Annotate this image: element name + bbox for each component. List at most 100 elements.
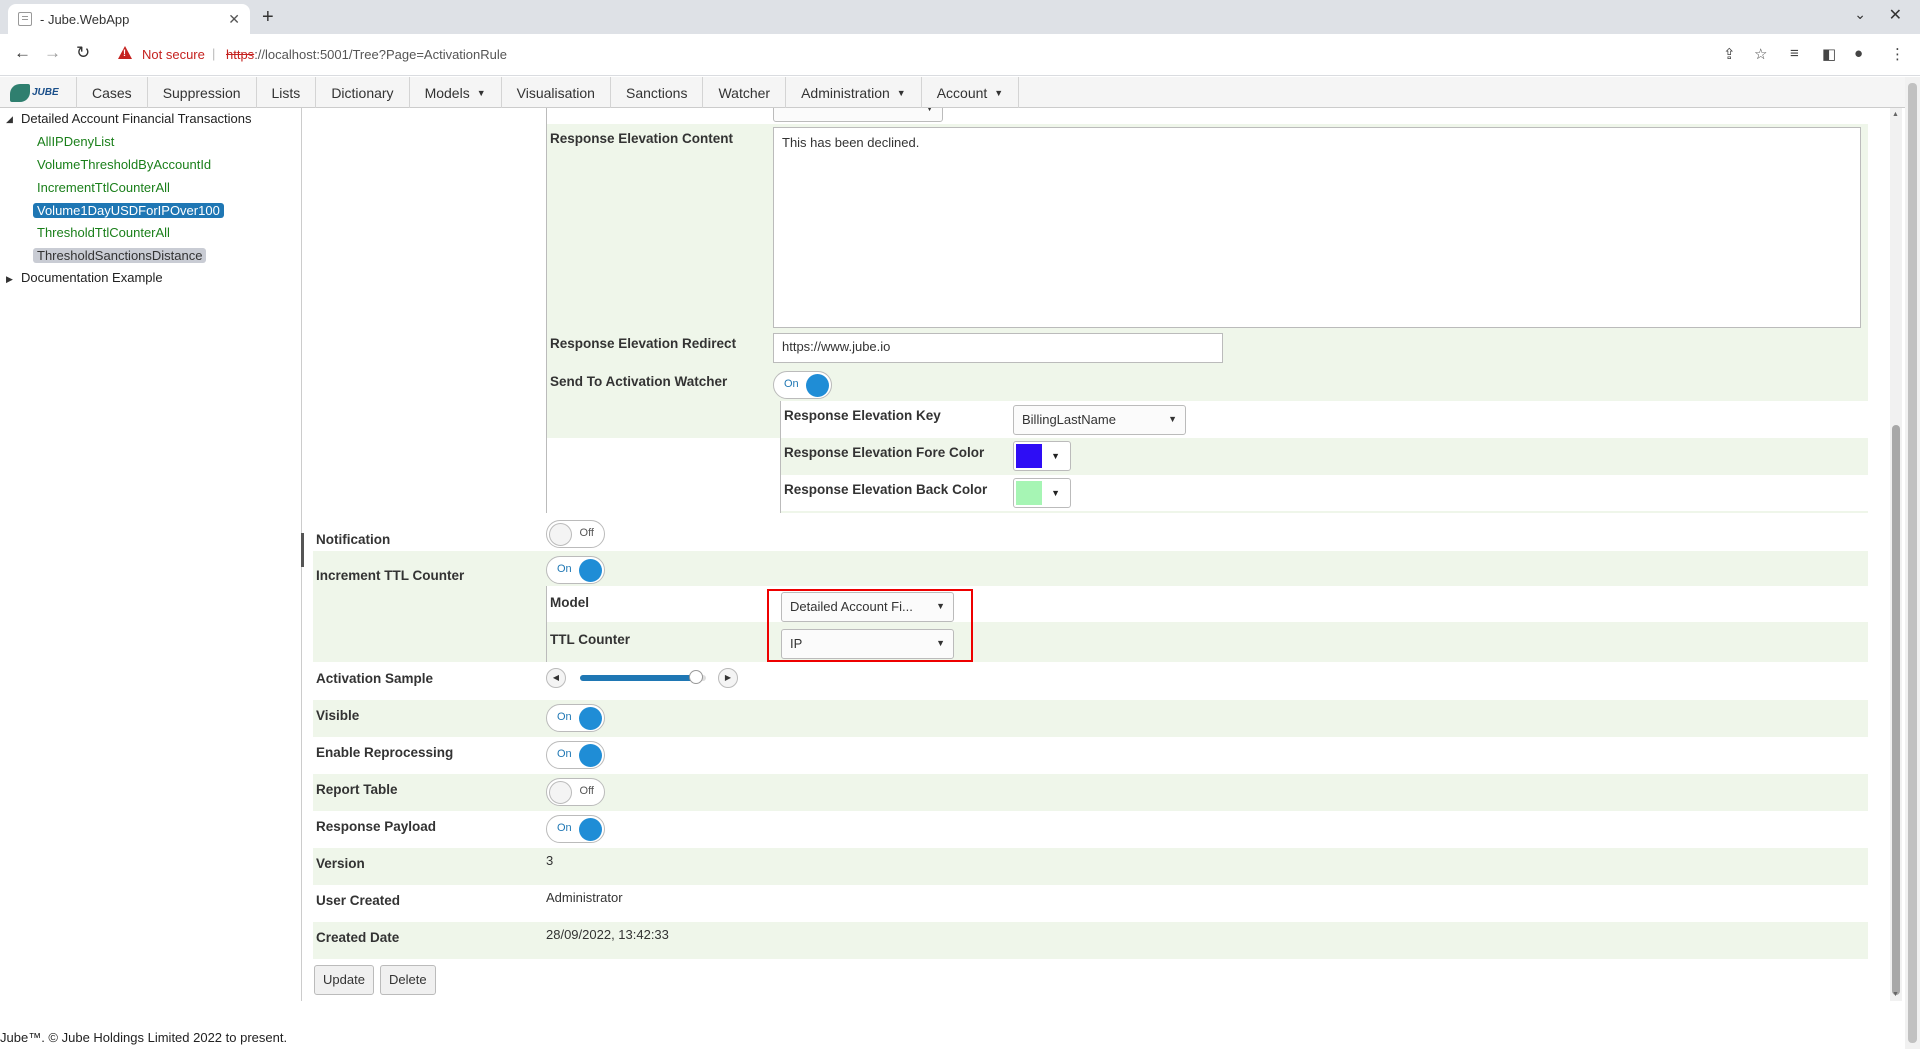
send-to-activation-watcher-label: Send To Activation Watcher [550, 374, 728, 389]
menu-watcher[interactable]: Watcher [702, 77, 785, 108]
side-panel-icon[interactable]: ◧ [1822, 45, 1836, 63]
activation-sample-label: Activation Sample [316, 671, 434, 686]
chevron-down-icon: ▼ [1051, 488, 1060, 498]
reading-list-icon[interactable]: ≡ [1790, 45, 1799, 62]
response-elevation-content-label: Response Elevation Content [550, 131, 734, 146]
tab-title: - Jube.WebApp [40, 11, 130, 27]
new-tab-icon[interactable]: + [262, 6, 274, 29]
bookmark-star-icon[interactable]: ☆ [1754, 45, 1767, 63]
menu-administration[interactable]: Administration ▼ [785, 77, 921, 108]
version-value: 3 [546, 853, 554, 868]
tree-item-hover[interactable]: ThresholdSanctionsDistance [33, 248, 207, 263]
tree-item[interactable]: AllIPDenyList [33, 134, 118, 149]
browser-toolbar: ← → ↻ ! Not secure | https://localhost:5… [0, 34, 1920, 76]
page-footer: Jube™. © Jube Holdings Limited 2022 to p… [0, 1030, 288, 1045]
version-label: Version [316, 856, 365, 871]
back-color-swatch [1016, 481, 1042, 505]
logo-leaf-icon [10, 83, 30, 102]
send-to-activation-watcher-toggle[interactable]: On [773, 371, 832, 399]
response-elevation-subpanel: ▼ Response Elevation Content This has be… [546, 108, 1868, 513]
tree-item[interactable]: VolumeThresholdByAccountId [33, 157, 215, 172]
activation-sample-slider[interactable]: ◀ ▶ [546, 666, 746, 690]
panel-splitter[interactable] [301, 533, 304, 567]
menu-cases[interactable]: Cases [76, 77, 147, 108]
menu-suppression[interactable]: Suppression [146, 77, 256, 108]
response-elevation-redirect-label: Response Elevation Redirect [550, 336, 737, 351]
chevron-down-icon: ▼ [994, 87, 1004, 98]
menu-account[interactable]: Account ▼ [920, 77, 1020, 108]
tree-item[interactable]: ThresholdTtlCounterAll [33, 225, 174, 240]
back-color-picker[interactable]: ▼ [1013, 478, 1071, 508]
tree-panel: ◢ Detailed Account Financial Transaction… [0, 108, 302, 1001]
menu-lists[interactable]: Lists [255, 77, 316, 108]
hidden-dropdown[interactable]: ▼ [773, 108, 943, 122]
response-elevation-fore-color-label: Response Elevation Fore Color [784, 445, 985, 460]
tab-search-icon[interactable]: ⌄ [1854, 6, 1866, 23]
jube-logo[interactable]: JUBE [10, 82, 60, 103]
scrollbar-thumb[interactable] [1892, 425, 1900, 995]
response-payload-toggle[interactable]: On [546, 815, 605, 843]
main-menu: Cases Suppression Lists Dictionary Model… [76, 77, 1020, 108]
activation-rule-form: ▼ Response Elevation Content This has be… [313, 108, 1868, 1001]
report-table-label: Report Table [316, 782, 398, 797]
user-created-label: User Created [316, 893, 401, 908]
fore-color-swatch [1016, 444, 1042, 468]
page-icon [18, 12, 32, 26]
notification-label: Notification [316, 532, 391, 547]
enable-reprocessing-label: Enable Reprocessing [316, 745, 454, 760]
visible-toggle[interactable]: On [546, 704, 605, 732]
menu-dictionary[interactable]: Dictionary [315, 77, 408, 108]
page-scrollbar[interactable] [1905, 77, 1920, 1049]
increment-ttl-counter-label: Increment TTL Counter [316, 568, 465, 583]
created-date-value: 28/09/2022, 13:42:33 [546, 927, 669, 942]
url-text[interactable]: https://localhost:5001/Tree?Page=Activat… [226, 47, 507, 62]
fore-color-picker[interactable]: ▼ [1013, 441, 1071, 471]
tree-root-node[interactable]: Documentation Example [21, 268, 163, 288]
browser-tabstrip: - Jube.WebApp ✕ + ⌄ ✕ [0, 0, 1920, 34]
reload-icon[interactable]: ↻ [76, 43, 90, 63]
response-elevation-redirect-input[interactable]: https://www.jube.io [773, 333, 1223, 363]
ttl-counter-label: TTL Counter [550, 632, 630, 647]
chevron-down-icon: ▼ [476, 87, 486, 98]
slider-thumb[interactable] [688, 670, 703, 684]
browser-tab[interactable]: - Jube.WebApp ✕ [8, 4, 250, 34]
tree-root-node[interactable]: Detailed Account Financial Transactions [21, 109, 252, 129]
tree-item[interactable]: IncrementTtlCounterAll [33, 180, 174, 195]
delete-button[interactable]: Delete [380, 965, 436, 995]
enable-reprocessing-toggle[interactable]: On [546, 741, 605, 769]
address-bar[interactable]: ! Not secure | https://localhost:5001/Tr… [110, 40, 1750, 70]
user-created-value: Administrator [546, 890, 623, 905]
profile-avatar-icon[interactable]: ● [1854, 45, 1863, 62]
response-elevation-back-color-label: Response Elevation Back Color [784, 482, 988, 497]
content-scrollbar[interactable]: ▲ ▼ [1890, 108, 1902, 1001]
chevron-down-icon: ▼ [896, 87, 906, 98]
share-icon[interactable]: ⇪ [1723, 45, 1736, 63]
expand-toggle-icon[interactable]: ◢ [6, 114, 13, 125]
response-payload-label: Response Payload [316, 819, 437, 834]
browser-menu-icon[interactable]: ⋮ [1890, 45, 1905, 63]
response-elevation-key-dropdown[interactable]: BillingLastName ▼ [1013, 405, 1186, 435]
forward-icon[interactable]: → [44, 43, 61, 63]
annotation-highlight-box [767, 589, 973, 662]
tree-item-selected[interactable]: Volume1DayUSDForIPOver100 [33, 203, 224, 218]
back-icon[interactable]: ← [14, 43, 31, 63]
slider-increment-icon[interactable]: ▶ [718, 668, 738, 688]
scroll-down-icon: ▼ [1892, 991, 1899, 998]
scroll-up-icon: ▲ [1892, 111, 1899, 118]
collapsed-toggle-icon[interactable]: ▶ [6, 274, 13, 285]
menu-sanctions[interactable]: Sanctions [609, 77, 702, 108]
notification-toggle[interactable]: Off [546, 520, 605, 548]
response-elevation-key-label: Response Elevation Key [784, 408, 941, 423]
menu-visualisation[interactable]: Visualisation [500, 77, 610, 108]
update-button[interactable]: Update [314, 965, 374, 995]
chevron-down-icon: ▼ [1168, 414, 1177, 424]
report-table-toggle[interactable]: Off [546, 778, 605, 806]
chevron-down-icon: ▼ [1051, 451, 1060, 461]
window-close-icon[interactable]: ✕ [1889, 5, 1902, 25]
response-elevation-content-textarea[interactable]: This has been declined. [773, 127, 1861, 328]
close-tab-icon[interactable]: ✕ [228, 11, 240, 28]
increment-ttl-counter-toggle[interactable]: On [546, 556, 605, 584]
menu-models[interactable]: Models ▼ [408, 77, 501, 108]
security-status[interactable]: Not secure [142, 47, 205, 62]
slider-decrement-icon[interactable]: ◀ [546, 668, 566, 688]
